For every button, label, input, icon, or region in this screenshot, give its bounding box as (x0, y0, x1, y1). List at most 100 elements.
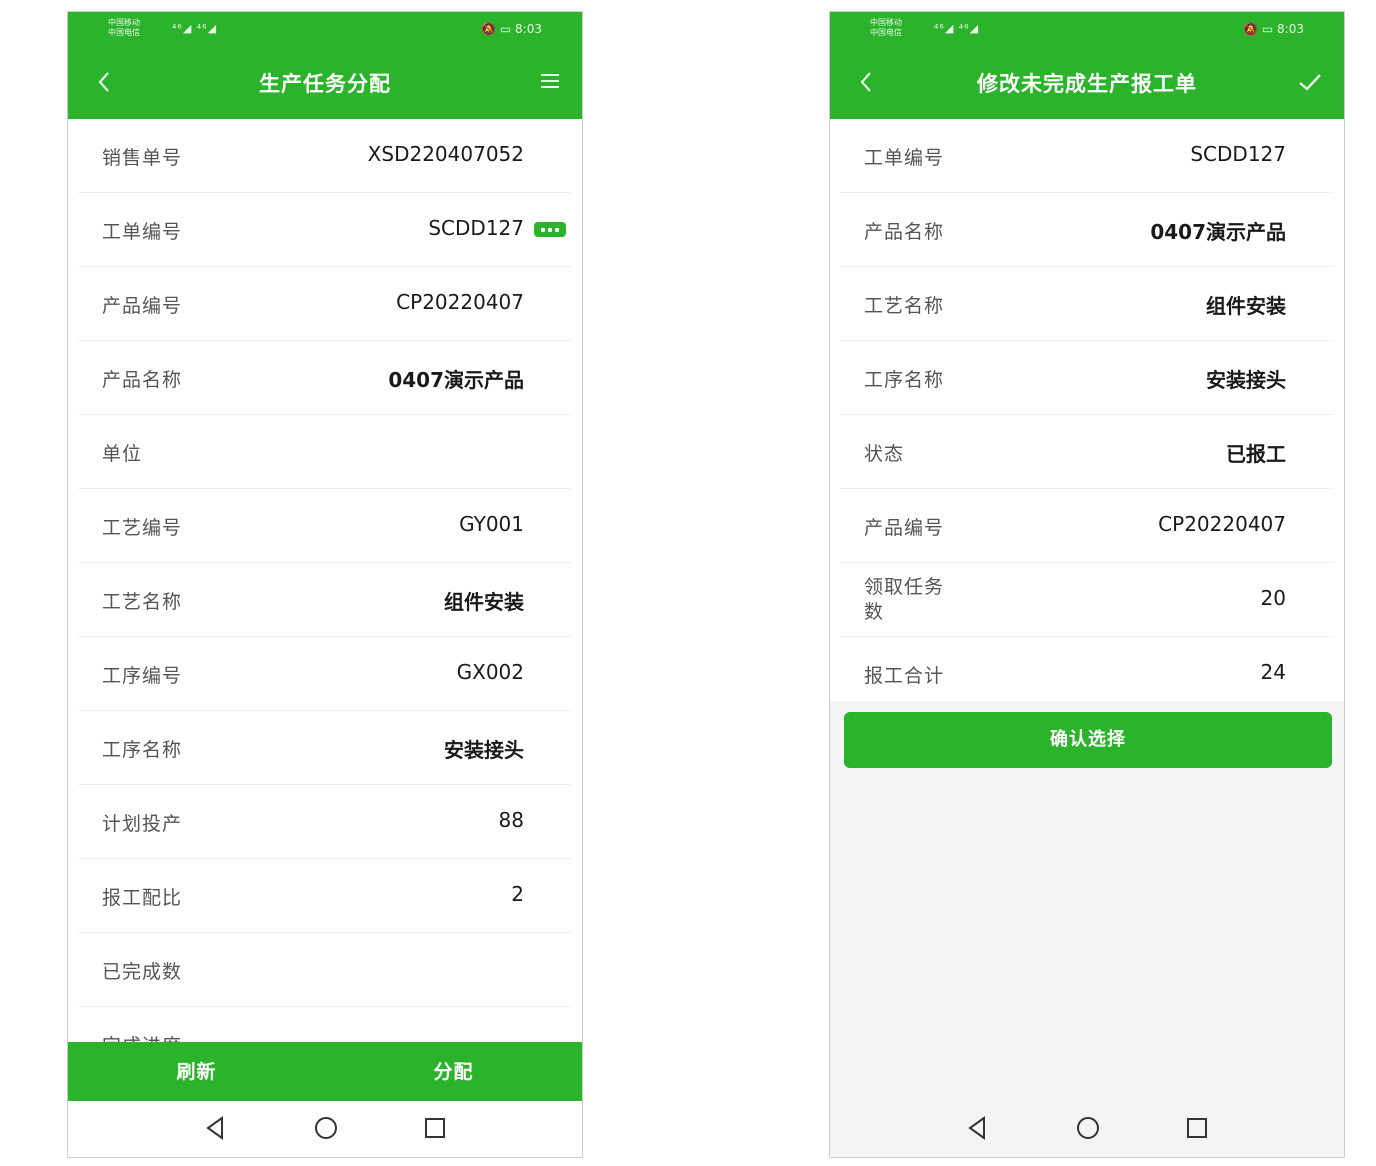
field-row-process-code: 工艺编号 GY001 (78, 489, 572, 563)
field-row-status: 状态 已报工 (840, 415, 1334, 489)
page-title: 生产任务分配 (259, 72, 391, 96)
field-value: 安装接头 (444, 738, 524, 762)
assign-button[interactable]: 分配 (325, 1042, 582, 1102)
carrier-1: 中国移动 (108, 18, 140, 27)
field-label: 工序名称 (102, 739, 183, 761)
field-value: 安装接头 (1206, 368, 1286, 392)
action-bar: 刷新 分配 (68, 1042, 582, 1102)
detail-list: 工单编号 SCDD127 产品名称 0407演示产品 工艺名称 组件安装 工序名称 安装… (830, 119, 1344, 701)
confirm-selection-button[interactable]: 确认选择 (844, 712, 1332, 768)
field-label: 已完成数 (102, 961, 183, 983)
field-row-report-total: 报工合计 24 (840, 637, 1334, 710)
field-value: 组件安装 (444, 590, 524, 614)
nav-back-triangle-icon[interactable] (200, 1113, 230, 1143)
field-value: 24 (1260, 660, 1286, 684)
detail-list: 销售单号 XSD220407052 工单编号 SCDD127 产品编号 CP20220… (68, 119, 582, 1081)
field-row-product-name: 产品名称 0407演示产品 (78, 341, 572, 415)
field-label: 领取任务数 (864, 576, 945, 623)
field-value: XSD220407052 (367, 142, 524, 166)
field-row-received-tasks: 领取任务数 20 (840, 563, 1334, 637)
field-label: 工艺名称 (102, 591, 183, 613)
status-right: 🔕 ▭ 8:03 (1243, 22, 1304, 36)
field-label: 工序编号 (102, 665, 183, 687)
carrier-labels: 中国移动 中国电信 (870, 18, 902, 38)
signal-icons: ⁴⁶◢ ⁴⁶◢ (172, 22, 218, 35)
field-value: GX002 (456, 660, 524, 684)
field-value: 已报工 (1226, 442, 1286, 466)
menu-icon[interactable] (538, 69, 562, 93)
field-row-product-name: 产品名称 0407演示产品 (840, 193, 1334, 267)
field-row-completed-qty: 已完成数 (78, 933, 572, 1007)
mute-icon: 🔕 (481, 22, 497, 36)
field-value: CP20220407 (396, 290, 524, 314)
field-row-report-ratio: 报工配比 2 (78, 859, 572, 933)
field-label: 产品名称 (102, 369, 183, 391)
field-label: 状态 (864, 443, 905, 465)
nav-recents-square-icon[interactable] (1182, 1113, 1212, 1143)
field-label: 工艺编号 (102, 517, 183, 539)
field-row-operation-name: 工序名称 安装接头 (78, 711, 572, 785)
field-label: 产品名称 (864, 221, 945, 243)
mute-icon: 🔕 (1243, 22, 1259, 36)
field-label: 产品编号 (864, 517, 945, 539)
field-row-work-order: 工单编号 SCDD127 (78, 193, 572, 267)
signal-icons: ⁴⁶◢ ⁴⁶◢ (934, 22, 980, 35)
field-label: 工单编号 (864, 147, 945, 169)
field-label: 计划投产 (102, 813, 183, 835)
carrier-1: 中国移动 (870, 18, 902, 27)
app-header: 中国移动 中国电信 ⁴⁶◢ ⁴⁶◢ 🔕 ▭ 8:03 修改未完成生产报工单 (830, 12, 1344, 119)
field-label: 报工配比 (102, 887, 183, 909)
page-title: 修改未完成生产报工单 (977, 72, 1197, 96)
field-value: 0407演示产品 (388, 368, 524, 392)
status-bar: 中国移动 中国电信 ⁴⁶◢ ⁴⁶◢ 🔕 ▭ 8:03 (68, 12, 582, 48)
system-nav-bar (830, 1101, 1344, 1157)
nav-bar: 修改未完成生产报工单 (830, 56, 1344, 108)
field-value: 88 (498, 808, 524, 832)
status-time: 8:03 (1277, 22, 1304, 36)
app-header: 中国移动 中国电信 ⁴⁶◢ ⁴⁶◢ 🔕 ▭ 8:03 生产任务分配 (68, 12, 582, 119)
status-right: 🔕 ▭ 8:03 (481, 22, 542, 36)
field-label: 销售单号 (102, 147, 183, 169)
field-value: 2 (511, 882, 524, 906)
nav-recents-square-icon[interactable] (420, 1113, 450, 1143)
field-label: 产品编号 (102, 295, 183, 317)
field-value: SCDD127 (1190, 142, 1286, 166)
field-value: SCDD127 (428, 216, 524, 240)
phone-production-task-assignment: 中国移动 中国电信 ⁴⁶◢ ⁴⁶◢ 🔕 ▭ 8:03 生产任务分配 销售单号 XS… (67, 11, 583, 1158)
field-row-process-name: 工艺名称 组件安装 (78, 563, 572, 637)
carrier-labels: 中国移动 中国电信 (108, 18, 140, 38)
field-row-work-order: 工单编号 SCDD127 (840, 119, 1334, 193)
field-label: 工艺名称 (864, 295, 945, 317)
carrier-2: 中国电信 (870, 28, 902, 37)
field-row-operation-name: 工序名称 安装接头 (840, 341, 1334, 415)
field-label: 工单编号 (102, 221, 183, 243)
field-row-operation-code: 工序编号 GX002 (78, 637, 572, 711)
field-row-product-code: 产品编号 CP20220407 (78, 267, 572, 341)
nav-back-triangle-icon[interactable] (962, 1113, 992, 1143)
nav-home-circle-icon[interactable] (311, 1113, 341, 1143)
check-icon[interactable] (1296, 68, 1324, 96)
carrier-2: 中国电信 (108, 28, 140, 37)
status-time: 8:03 (515, 22, 542, 36)
field-label: 单位 (102, 443, 143, 465)
battery-icon: ▭ (1261, 22, 1274, 36)
nav-home-circle-icon[interactable] (1073, 1113, 1103, 1143)
nav-bar: 生产任务分配 (68, 56, 582, 108)
field-row-unit: 单位 (78, 415, 572, 489)
field-row-process-name: 工艺名称 组件安装 (840, 267, 1334, 341)
refresh-button[interactable]: 刷新 (68, 1042, 325, 1102)
battery-icon: ▭ (499, 22, 512, 36)
more-dots-icon[interactable] (534, 222, 566, 237)
field-value: GY001 (459, 512, 524, 536)
field-row-product-code: 产品编号 CP20220407 (840, 489, 1334, 563)
status-bar: 中国移动 中国电信 ⁴⁶◢ ⁴⁶◢ 🔕 ▭ 8:03 (830, 12, 1344, 48)
field-row-planned-qty: 计划投产 88 (78, 785, 572, 859)
field-label: 报工合计 (864, 665, 945, 687)
field-row-sales-order: 销售单号 XSD220407052 (78, 119, 572, 193)
field-value: 组件安装 (1206, 294, 1286, 318)
field-value: CP20220407 (1158, 512, 1286, 536)
field-label: 工序名称 (864, 369, 945, 391)
field-value: 0407演示产品 (1150, 220, 1286, 244)
system-nav-bar (68, 1101, 582, 1157)
field-value: 20 (1260, 586, 1286, 610)
